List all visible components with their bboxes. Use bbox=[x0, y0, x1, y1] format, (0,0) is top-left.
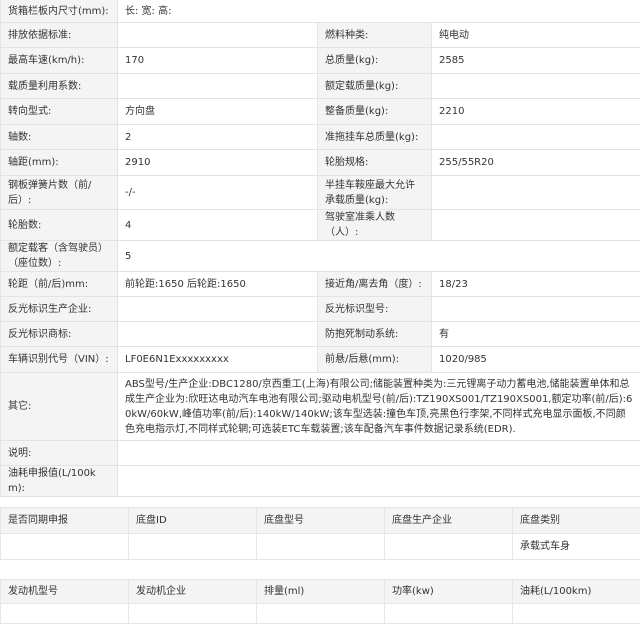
spec-row: 额定载客（含驾驶员）（座位数）:5 bbox=[1, 241, 640, 272]
spec-value: 5 bbox=[118, 241, 640, 272]
spec-row: 转向型式:方向盘整备质量(kg):2210 bbox=[1, 99, 640, 125]
spec-label: 载质量利用系数: bbox=[1, 74, 118, 99]
spec-value: 纯电动 bbox=[432, 23, 640, 48]
chassis-cell-type: 承载式车身 bbox=[513, 534, 640, 560]
spec-value: 2585 bbox=[432, 48, 640, 74]
spec-row: 轴数:2准拖挂车总质量(kg): bbox=[1, 125, 640, 150]
chassis-cell-maker bbox=[385, 534, 513, 560]
spec-label: 反光标识生产企业: bbox=[1, 297, 118, 322]
other-value: ABS型号/生产企业:DBC1280/京西重工(上海)有限公司;储能装置种类为:… bbox=[118, 373, 640, 441]
spec-value bbox=[432, 74, 640, 99]
spec-row: 反光标识生产企业: 反光标识型号: bbox=[1, 297, 640, 322]
spec-row: 车辆识别代号（VIN）:LF0E6N1Exxxxxxxxx前悬/后悬(mm):1… bbox=[1, 347, 640, 373]
spec-label: 轮胎数: bbox=[1, 210, 118, 241]
spec-value bbox=[432, 176, 640, 210]
spec-value bbox=[118, 322, 318, 347]
chassis-header-model: 底盘型号 bbox=[257, 508, 385, 534]
chassis-cell-sync bbox=[1, 534, 129, 560]
spec-value bbox=[432, 297, 640, 322]
spec-value: 前轮距:1650 后轮距:1650 bbox=[118, 272, 318, 297]
note-value bbox=[118, 441, 640, 466]
spec-value bbox=[118, 74, 318, 99]
spec-label: 反光标识商标: bbox=[1, 322, 118, 347]
engine-header-power: 功率(kw) bbox=[385, 580, 513, 604]
spec-row: 轮距（前/后)mm:前轮距:1650 后轮距:1650接近角/离去角（度）:18… bbox=[1, 272, 640, 297]
spec-row-note: 说明: bbox=[1, 441, 640, 466]
spec-label: 排放依据标准: bbox=[1, 23, 118, 48]
spec-row: 轴距(mm):2910轮胎规格:255/55R20 bbox=[1, 150, 640, 176]
spec-label: 前悬/后悬(mm): bbox=[318, 347, 432, 373]
chassis-header-row: 是否同期申报 底盘ID 底盘型号 底盘生产企业 底盘类别 bbox=[1, 508, 640, 534]
spec-value: 方向盘 bbox=[118, 99, 318, 125]
spec-label: 最高车速(km/h): bbox=[1, 48, 118, 74]
engine-header-row: 发动机型号 发动机企业 排量(ml) 功率(kw) 油耗(L/100km) bbox=[1, 580, 640, 604]
spec-value: 2210 bbox=[432, 99, 640, 125]
chassis-header-maker: 底盘生产企业 bbox=[385, 508, 513, 534]
spec-label: 车辆识别代号（VIN）: bbox=[1, 347, 118, 373]
spec-label: 额定载质量(kg): bbox=[318, 74, 432, 99]
spec-row: 反光标识商标: 防抱死制动系统:有 bbox=[1, 322, 640, 347]
spec-label: 燃料种类: bbox=[318, 23, 432, 48]
spec-value: 2910 bbox=[118, 150, 318, 176]
box-dims-label: 货箱栏板内尺寸(mm): bbox=[1, 0, 118, 23]
spec-label: 防抱死制动系统: bbox=[318, 322, 432, 347]
spec-label: 转向型式: bbox=[1, 99, 118, 125]
spec-label: 总质量(kg): bbox=[318, 48, 432, 74]
spec-row: 钢板弹簧片数（前/后）:-/-半挂车鞍座最大允许承载质量(kg): bbox=[1, 176, 640, 210]
spec-value: 18/23 bbox=[432, 272, 640, 297]
spec-value: 1020/985 bbox=[432, 347, 640, 373]
spec-row-fuel: 油耗申报值(L/100km): bbox=[1, 466, 640, 497]
spec-row-box-dims: 货箱栏板内尺寸(mm): 长: 宽: 高: bbox=[1, 0, 640, 23]
engine-header-maker: 发动机企业 bbox=[129, 580, 257, 604]
chassis-header-id: 底盘ID bbox=[129, 508, 257, 534]
engine-data-row bbox=[1, 604, 640, 624]
spec-label: 额定载客（含驾驶员）（座位数）: bbox=[1, 241, 118, 272]
chassis-table: 是否同期申报 底盘ID 底盘型号 底盘生产企业 底盘类别 承载式车身 bbox=[0, 507, 640, 560]
spec-value bbox=[432, 210, 640, 241]
spec-row: 轮胎数:4驾驶室准乘人数（人）: bbox=[1, 210, 640, 241]
spec-label: 轮距（前/后)mm: bbox=[1, 272, 118, 297]
spec-label: 轮胎规格: bbox=[318, 150, 432, 176]
spec-table: 货箱栏板内尺寸(mm): 长: 宽: 高: 排放依据标准:燃料种类:纯电动最高车… bbox=[0, 0, 640, 497]
spec-row: 载质量利用系数: 额定载质量(kg): bbox=[1, 74, 640, 99]
box-dims-value: 长: 宽: 高: bbox=[118, 0, 640, 23]
spec-value: -/- bbox=[118, 176, 318, 210]
spec-value: LF0E6N1Exxxxxxxxx bbox=[118, 347, 318, 373]
fuel-label: 油耗申报值(L/100km): bbox=[1, 466, 118, 497]
other-label: 其它: bbox=[1, 373, 118, 441]
spec-label: 轴数: bbox=[1, 125, 118, 150]
engine-table: 发动机型号 发动机企业 排量(ml) 功率(kw) 油耗(L/100km) bbox=[0, 579, 640, 624]
chassis-cell-model bbox=[257, 534, 385, 560]
spec-value: 255/55R20 bbox=[432, 150, 640, 176]
note-label: 说明: bbox=[1, 441, 118, 466]
spec-value: 2 bbox=[118, 125, 318, 150]
spec-value bbox=[118, 297, 318, 322]
spec-label: 接近角/离去角（度）: bbox=[318, 272, 432, 297]
chassis-data-row: 承载式车身 bbox=[1, 534, 640, 560]
chassis-cell-id bbox=[129, 534, 257, 560]
spec-value: 有 bbox=[432, 322, 640, 347]
engine-header-model: 发动机型号 bbox=[1, 580, 129, 604]
spec-row: 排放依据标准: 燃料种类:纯电动 bbox=[1, 23, 640, 48]
spec-label: 整备质量(kg): bbox=[318, 99, 432, 125]
spec-value bbox=[118, 23, 318, 48]
spec-label: 轴距(mm): bbox=[1, 150, 118, 176]
engine-header-fuel: 油耗(L/100km) bbox=[513, 580, 640, 604]
spec-row: 最高车速(km/h):170总质量(kg):2585 bbox=[1, 48, 640, 74]
fuel-value bbox=[118, 466, 640, 497]
spec-label: 钢板弹簧片数（前/后）: bbox=[1, 176, 118, 210]
chassis-header-sync: 是否同期申报 bbox=[1, 508, 129, 534]
spec-label: 反光标识型号: bbox=[318, 297, 432, 322]
spec-label: 驾驶室准乘人数（人）: bbox=[318, 210, 432, 241]
spec-label: 半挂车鞍座最大允许承载质量(kg): bbox=[318, 176, 432, 210]
spec-value: 4 bbox=[118, 210, 318, 241]
spec-value: 170 bbox=[118, 48, 318, 74]
chassis-header-type: 底盘类别 bbox=[513, 508, 640, 534]
spec-value bbox=[432, 125, 640, 150]
spec-label: 准拖挂车总质量(kg): bbox=[318, 125, 432, 150]
spec-row-other: 其它: ABS型号/生产企业:DBC1280/京西重工(上海)有限公司;储能装置… bbox=[1, 373, 640, 441]
engine-header-displacement: 排量(ml) bbox=[257, 580, 385, 604]
